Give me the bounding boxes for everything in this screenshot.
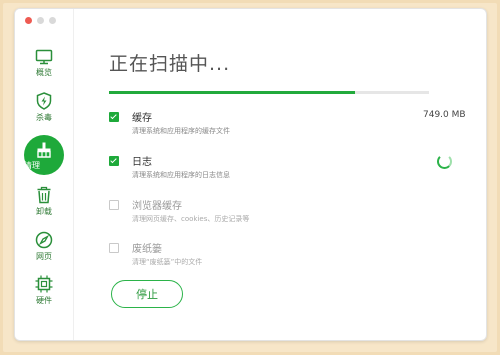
sidebar-item-label: 清理 [24, 161, 40, 170]
sidebar-item-label: 卸载 [36, 207, 52, 216]
scan-item-checkbox[interactable] [109, 243, 119, 253]
sidebar-item-label: 硬件 [36, 296, 52, 305]
shield-bolt-icon [36, 92, 52, 110]
trash-icon [37, 186, 51, 204]
sidebar-item-label: 概览 [36, 68, 52, 77]
scan-item-title: 废纸篓 [132, 244, 162, 255]
sidebar-item-label: 网页 [36, 252, 52, 261]
sidebar-item-web[interactable]: 网页 [15, 231, 73, 262]
scan-item-checkbox[interactable] [109, 156, 119, 166]
scan-item-description: 清理系统和应用程序的日志信息 [132, 171, 230, 179]
broom-icon [37, 142, 51, 158]
scan-item-checkbox[interactable] [109, 112, 119, 122]
monitor-icon [35, 49, 53, 65]
scan-item-description: 清理系统和应用程序的缓存文件 [132, 127, 230, 135]
close-window-button[interactable] [25, 17, 32, 24]
minimize-window-button[interactable] [37, 17, 44, 24]
sidebar-item-uninstall[interactable]: 卸载 [15, 186, 73, 217]
scan-item-title: 缓存 [132, 113, 152, 124]
sidebar-item-clean[interactable]: 清理 [24, 135, 64, 175]
scan-item-description: 清理网页缓存、cookies、历史记录等 [132, 215, 250, 223]
sidebar-item-hardware[interactable]: 硬件 [15, 275, 73, 306]
stop-button[interactable]: 停止 [111, 280, 183, 308]
scan-item-title: 日志 [132, 157, 152, 168]
sidebar: 概览 杀毒 清理 卸载 网页 硬件 [15, 9, 74, 340]
zoom-window-button[interactable] [49, 17, 56, 24]
sidebar-item-overview[interactable]: 概览 [15, 49, 73, 78]
loading-spinner-icon [437, 154, 452, 169]
page-title: 正在扫描中... [109, 53, 231, 75]
compass-icon [35, 231, 53, 249]
chip-icon [35, 275, 53, 293]
window-controls [25, 17, 56, 24]
scan-item-title: 浏览器缓存 [132, 201, 182, 212]
scan-progress-bar [109, 91, 429, 94]
sidebar-item-antivirus[interactable]: 杀毒 [15, 92, 73, 123]
scan-progress-fill [109, 91, 356, 94]
sidebar-item-label: 杀毒 [36, 113, 52, 122]
scan-item-checkbox[interactable] [109, 200, 119, 210]
app-window: 概览 杀毒 清理 卸载 网页 硬件 正在扫描中... 缓存 清理系统和应用程序的… [14, 8, 487, 341]
scan-item-description: 清理“废纸篓”中的文件 [132, 258, 203, 266]
scan-item-size: 749.0 MB [423, 110, 466, 120]
main-panel: 正在扫描中... 缓存 清理系统和应用程序的缓存文件 749.0 MB 日志 清… [73, 9, 486, 340]
